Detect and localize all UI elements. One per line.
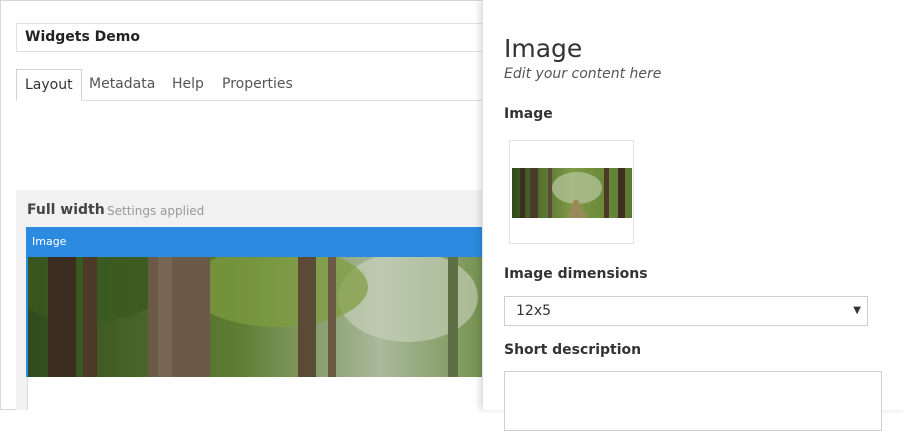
tab-help[interactable]: Help [172, 69, 204, 99]
tab-metadata[interactable]: Metadata [89, 69, 155, 99]
caret-down-icon: ▼ [853, 305, 861, 316]
image-field-label: Image [504, 106, 553, 122]
description-textarea[interactable] [504, 371, 882, 431]
tab-layout[interactable]: Layout [16, 69, 82, 101]
forest-thumbnail [512, 168, 632, 218]
panel-title: Image [504, 34, 583, 63]
editor-area: Widgets Demo Layout Metadata Help Proper… [0, 0, 484, 410]
full-width-section: Full width Settings applied Image [16, 190, 484, 410]
description-label: Short description [504, 342, 642, 358]
image-widget-preview[interactable] [26, 257, 484, 377]
properties-panel: Image Edit your content here Image Image… [482, 0, 906, 431]
image-widget-header[interactable]: Image [26, 227, 484, 257]
page-title-input[interactable]: Widgets Demo [16, 23, 484, 52]
section-status: Settings applied [107, 204, 205, 218]
editor-tabs: Layout Metadata Help Properties [16, 69, 484, 101]
forest-image [28, 257, 484, 377]
dimensions-select[interactable]: 12x5 ▼ [504, 296, 868, 326]
panel-subtitle: Edit your content here [504, 66, 662, 82]
image-thumbnail [512, 168, 632, 218]
dimensions-value: 12x5 [516, 303, 552, 319]
image-picker[interactable] [509, 140, 634, 244]
section-title: Full width [27, 202, 105, 218]
tab-properties[interactable]: Properties [222, 69, 293, 99]
dimensions-label: Image dimensions [504, 266, 648, 282]
